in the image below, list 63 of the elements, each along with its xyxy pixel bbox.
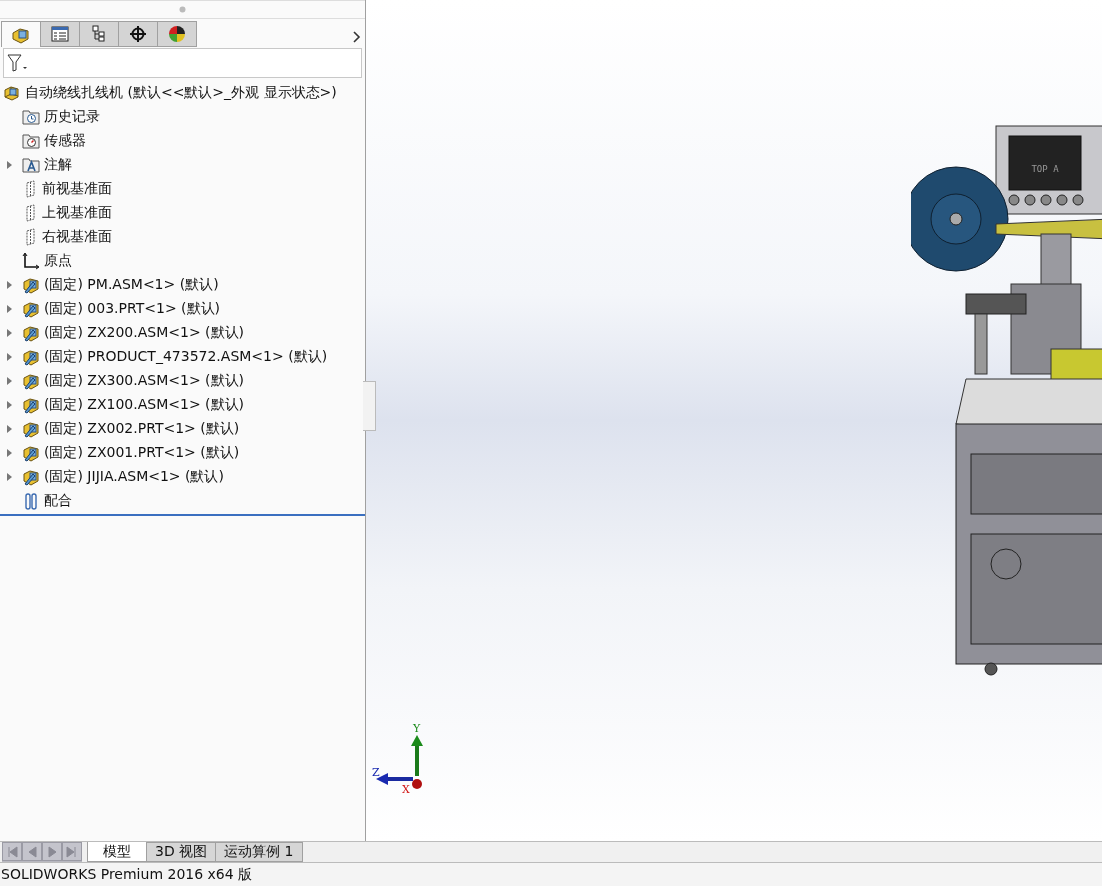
list-icon (51, 26, 69, 42)
tree-item[interactable]: (固定) PM.ASM<1> (默认) (44, 276, 219, 294)
paperclip-icon (22, 492, 40, 510)
tree-item[interactable]: 传感器 (44, 132, 86, 150)
crosshair-icon (129, 25, 147, 43)
panel-tab[interactable] (157, 21, 197, 47)
bottom-tab[interactable]: 模型 (87, 842, 147, 862)
z-axis-label: Z (372, 766, 380, 779)
tree-item[interactable]: 注解 (44, 156, 72, 174)
component-icon (22, 444, 40, 462)
tree-item[interactable]: 右视基准面 (42, 228, 112, 246)
tree-item[interactable]: (固定) ZX002.PRT<1> (默认) (44, 420, 240, 438)
part-icon (3, 84, 21, 102)
hierarchy-icon (91, 25, 107, 43)
tree-item[interactable]: (固定) ZX200.ASM<1> (默认) (44, 324, 244, 342)
x-axis-label: X (402, 783, 410, 794)
expand-arrow-icon[interactable] (7, 161, 12, 169)
expand-arrow-icon[interactable] (7, 281, 12, 289)
tree-item[interactable]: 配合 (44, 492, 72, 510)
expand-arrow-icon[interactable] (7, 425, 12, 433)
expand-arrow-icon[interactable] (7, 305, 12, 313)
tree-item[interactable]: 原点 (44, 252, 72, 270)
chevron-right-icon[interactable] (353, 31, 361, 43)
tree-item[interactable]: (固定) ZX300.ASM<1> (默认) (44, 372, 244, 390)
gauge-folder-icon (22, 133, 40, 149)
component-icon (22, 372, 40, 390)
tree-item[interactable]: (固定) ZX100.ASM<1> (默认) (44, 396, 244, 414)
grip-dot-icon (179, 6, 186, 13)
bottom-tab[interactable]: 3D 视图 (146, 842, 217, 862)
component-icon (22, 300, 40, 318)
component-icon (22, 420, 40, 438)
history-folder-icon (22, 109, 40, 125)
filter-icon (7, 54, 29, 72)
tree-item[interactable]: 历史记录 (44, 108, 100, 126)
tree-item[interactable]: 上视基准面 (42, 204, 112, 222)
bottom-tab[interactable]: 运动算例 1 (215, 842, 303, 862)
component-icon (22, 396, 40, 414)
expand-arrow-icon[interactable] (7, 329, 12, 337)
expand-arrow-icon[interactable] (7, 353, 12, 361)
part-icon (11, 25, 31, 44)
tree-item[interactable]: (固定) JIJIA.ASM<1> (默认) (44, 468, 224, 486)
panel-resize-handle[interactable] (363, 381, 376, 431)
expand-arrow-icon[interactable] (7, 377, 12, 385)
color-wheel-icon (168, 25, 186, 43)
origin-axes-icon (22, 252, 40, 270)
machine-model-drawing: TOP A (911, 124, 1102, 676)
tree-item[interactable]: (固定) PRODUCT_473572.ASM<1> (默认) (44, 348, 328, 366)
annotation-folder-icon (22, 157, 40, 173)
component-icon (22, 348, 40, 366)
component-icon (22, 324, 40, 342)
expand-arrow-icon[interactable] (7, 401, 12, 409)
expand-arrow-icon[interactable] (7, 449, 12, 457)
panel-tab[interactable] (118, 21, 158, 47)
tree-item[interactable]: 前视基准面 (42, 180, 112, 198)
y-axis-label: Y (413, 722, 421, 735)
component-icon (22, 468, 40, 486)
component-icon (22, 276, 40, 294)
tree-root-label[interactable]: 自动绕线扎线机 (默认<<默认>_外观 显示状态>) (25, 84, 337, 102)
expand-arrow-icon[interactable] (7, 473, 12, 481)
tree-item[interactable]: (固定) ZX001.PRT<1> (默认) (44, 444, 240, 462)
tree-item[interactable]: (固定) 003.PRT<1> (默认) (44, 300, 220, 318)
status-text: SOLIDWORKS Premium 2016 x64 版 (1, 865, 253, 884)
filter-field[interactable] (3, 48, 362, 78)
